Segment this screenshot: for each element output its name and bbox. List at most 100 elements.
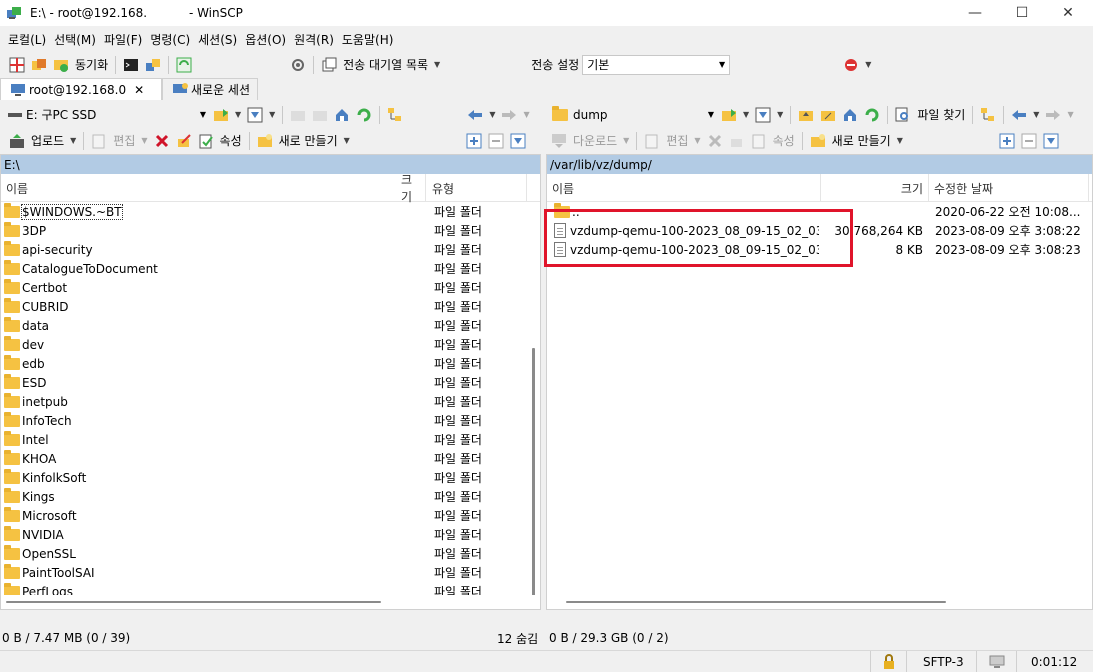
local-edit-button[interactable]: 편집 [113, 132, 135, 149]
local-col-type[interactable]: 유형 [427, 174, 527, 202]
upload-icon[interactable] [7, 131, 27, 151]
menu-file[interactable]: 파일(F) [100, 31, 146, 48]
close-button[interactable]: ✕ [1045, 0, 1091, 26]
compare-dirs-icon[interactable] [7, 55, 27, 75]
upload-button[interactable]: 업로드 [31, 132, 64, 149]
queue-dropdown-arrow[interactable]: ▼ [434, 60, 440, 69]
menu-local[interactable]: 로컬(L) [0, 31, 50, 48]
remote-open-folder-icon[interactable] [719, 105, 739, 125]
synchronize-icon[interactable] [51, 55, 71, 75]
menu-select[interactable]: 선택(M) [50, 31, 100, 48]
table-row[interactable]: Intel 파일 폴더 [1, 430, 540, 449]
remote-col-name[interactable]: 이름 [547, 174, 821, 202]
remote-refresh-icon[interactable] [862, 105, 882, 125]
remote-collapse-icon[interactable] [1019, 131, 1039, 151]
local-open-folder-icon[interactable] [211, 105, 231, 125]
table-row[interactable]: CatalogueToDocument 파일 폴더 [1, 259, 540, 278]
table-row[interactable]: Microsoft 파일 폴더 [1, 506, 540, 525]
queue-list-button[interactable]: 전송 대기열 목록 [343, 56, 428, 73]
putty-icon[interactable] [143, 55, 163, 75]
menu-session[interactable]: 세션(S) [194, 31, 241, 48]
menu-options[interactable]: 옵션(O) [241, 31, 290, 48]
table-row[interactable]: KinfolkSoft 파일 폴더 [1, 468, 540, 487]
remote-expand-icon[interactable] [997, 131, 1017, 151]
local-drive-combo[interactable]: E: 구PC SSD ▼ [4, 105, 210, 125]
remote-back-icon[interactable] [1009, 105, 1029, 125]
terminal-icon[interactable] [121, 55, 141, 75]
find-files-button[interactable]: 파일 찾기 [917, 106, 965, 123]
local-refresh-icon[interactable] [354, 105, 374, 125]
table-row[interactable]: edb 파일 폴더 [1, 354, 540, 373]
remote-root-dir-icon[interactable] [818, 105, 838, 125]
remote-edit-button[interactable]: 편집 [666, 132, 688, 149]
remote-parent-dir-icon[interactable] [796, 105, 816, 125]
table-row[interactable]: OpenSSL 파일 폴더 [1, 544, 540, 563]
maximize-button[interactable]: ☐ [999, 0, 1045, 26]
remote-new-button[interactable]: 새로 만들기 [832, 132, 891, 149]
table-row[interactable]: ESD 파일 폴더 [1, 373, 540, 392]
local-col-name[interactable]: 이름 [1, 174, 426, 202]
table-row[interactable]: NVIDIA 파일 폴더 [1, 525, 540, 544]
local-properties-button[interactable]: 속성 [220, 132, 242, 149]
remote-properties-button[interactable]: 속성 [773, 132, 795, 149]
menu-command[interactable]: 명령(C) [146, 31, 194, 48]
local-col-size[interactable]: 크기 [396, 173, 426, 204]
remote-new-icon[interactable] [808, 131, 828, 151]
local-properties-icon[interactable] [196, 131, 216, 151]
remote-folder-combo[interactable]: dump ▼ [548, 105, 718, 125]
table-row[interactable]: InfoTech 파일 폴더 [1, 411, 540, 430]
remote-tree-icon[interactable] [978, 105, 998, 125]
sync-browse-icon[interactable] [29, 55, 49, 75]
minimize-button[interactable]: — [952, 0, 998, 26]
remote-col-size[interactable]: 크기 [821, 174, 929, 202]
local-delete-icon[interactable] [152, 131, 172, 151]
table-row[interactable]: data 파일 폴더 [1, 316, 540, 335]
local-row-type: 파일 폴더 [434, 452, 482, 466]
local-horizontal-scrollbar[interactable] [1, 595, 540, 609]
remote-path-bar[interactable]: /var/lib/vz/dump/ [547, 155, 1092, 174]
preferences-gear-icon[interactable] [288, 55, 308, 75]
table-row[interactable]: $WINDOWS.~BT 파일 폴더 [1, 202, 540, 221]
local-filter-icon[interactable] [245, 105, 265, 125]
synchronize-button[interactable]: 동기화 [75, 56, 108, 73]
local-expand-icon[interactable] [464, 131, 484, 151]
local-vertical-scrollbar[interactable] [532, 348, 535, 608]
local-hidden-count: 12 숨김 [497, 631, 539, 646]
local-new-button[interactable]: 새로 만들기 [279, 132, 338, 149]
table-row[interactable]: inetpub 파일 폴더 [1, 392, 540, 411]
transfer-settings-label: 전송 설정 [531, 58, 580, 72]
table-row[interactable]: dev 파일 폴더 [1, 335, 540, 354]
local-rename-icon[interactable] [174, 131, 194, 151]
local-back-icon[interactable] [465, 105, 485, 125]
local-collapse-icon[interactable] [486, 131, 506, 151]
table-row[interactable]: PaintToolSAI 파일 폴더 [1, 563, 540, 582]
table-row[interactable]: KHOA 파일 폴더 [1, 449, 540, 468]
download-button[interactable]: 다운로드 [573, 132, 617, 149]
remote-filter-check-icon[interactable] [1041, 131, 1061, 151]
remote-col-modified[interactable]: 수정한 날짜 [929, 174, 1089, 202]
table-row[interactable]: 3DP 파일 폴더 [1, 221, 540, 240]
reconnect-dropdown-arrow[interactable]: ▼ [865, 60, 871, 69]
transfer-settings-combo[interactable]: 기본 ▼ [582, 54, 731, 75]
table-row[interactable]: api-security 파일 폴더 [1, 240, 540, 259]
remote-filter-icon[interactable] [753, 105, 773, 125]
local-path-bar[interactable]: E:\ [1, 155, 540, 174]
table-row[interactable]: Certbot 파일 폴더 [1, 278, 540, 297]
tab-session[interactable]: root@192.168.0 ✕ [0, 78, 162, 100]
tab-close-icon[interactable]: ✕ [134, 83, 144, 97]
local-filter-check-icon[interactable] [508, 131, 528, 151]
local-tree-icon[interactable] [385, 105, 405, 125]
remote-horizontal-scrollbar[interactable] [547, 595, 1092, 609]
menu-help[interactable]: 도움말(H) [338, 31, 398, 48]
refresh-session-icon[interactable] [174, 55, 194, 75]
local-home-icon[interactable] [332, 105, 352, 125]
table-row[interactable]: CUBRID 파일 폴더 [1, 297, 540, 316]
table-row[interactable]: Kings 파일 폴더 [1, 487, 540, 506]
tab-new-session[interactable]: 새로운 세션 [162, 78, 258, 100]
queue-list-icon[interactable] [319, 55, 339, 75]
menu-remote[interactable]: 원격(R) [290, 31, 338, 48]
local-new-icon[interactable] [255, 131, 275, 151]
reconnect-icon[interactable] [841, 55, 861, 75]
remote-home-icon[interactable] [840, 105, 860, 125]
find-files-icon[interactable] [893, 105, 913, 125]
